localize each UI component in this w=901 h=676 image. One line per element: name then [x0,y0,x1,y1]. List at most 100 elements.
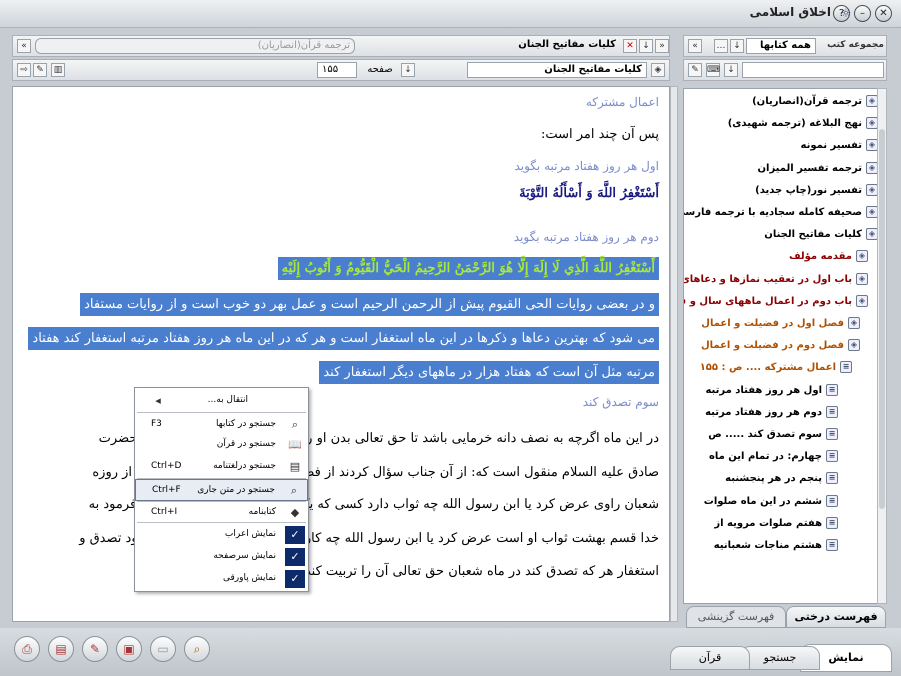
page-icon: ≡ [826,494,838,507]
book-field[interactable]: کلیات مفاتیح الجنان [467,62,647,78]
tree-item[interactable]: ≡ سوم تصدق کند ..... ص [708,428,838,440]
bookmark-icon: ◆ [290,506,300,519]
collection-select[interactable]: همه کتابها [746,38,816,54]
more-icon[interactable]: … [714,39,728,53]
menu-item-label: نمایش اعراب [224,529,276,539]
tools-icon[interactable]: ✎ [688,63,702,77]
tree-item[interactable]: ◈ترجمه تفسیر المیزان [758,161,878,174]
collection-dropdown-icon[interactable]: ↓ [730,39,744,53]
tree-item-label: سوم تصدق کند ..... ص [708,429,822,440]
tab-quran[interactable]: قرآن [670,646,750,670]
tree-item[interactable]: ◈کلیات مفاتیح الجنان [764,228,878,241]
tree-item[interactable]: ◈تفسیر نمونه [800,139,878,152]
tree-item-label: فصل دوم در فضیلت و اعمال [700,340,844,352]
settings-icon[interactable]: ✎ [33,63,47,77]
page-icon: ≡ [826,383,838,396]
tree-item[interactable]: ◈ فصل اول در فضیلت و اعمال [701,317,860,329]
page-icon: ≡ [826,450,838,463]
layout-icon[interactable]: ▥ [51,63,65,77]
page-number-input[interactable]: ۱۵۵ [317,62,357,78]
page-icon: ≡ [826,472,838,485]
book-icon[interactable]: ◈ [651,63,665,77]
book-content[interactable]: اعمال مشترکه پس آن چند امر است: اول هر روز… [12,86,670,622]
section-heading: دوم هر روز هفتاد مرتبه بگوید [513,230,659,244]
tree-item[interactable]: ≡ هفتم صلوات مرویه از [714,516,838,529]
collection-prev-icon[interactable]: « [688,39,702,53]
print-icon[interactable]: ⎙ [14,636,40,662]
tree-item[interactable]: ◈ باب اول در تعقیب نمازها و دعاهای [684,272,868,285]
menu-item[interactable]: ▤ جستجو درلغتنامه Ctrl+D [135,456,308,478]
tree-search-input[interactable] [742,62,884,78]
tree-item[interactable]: ≡ اعمال مشترکه .... ص : ۱۵۵ [699,361,852,374]
arabic-text: أَسْتَغْفِرُ اللَّهَ الَّذِي لَا إِلَهَ … [277,257,659,280]
menu-item-label: کتابنامه [248,507,276,517]
export-icon[interactable]: ▣ [116,636,142,662]
content-splitter[interactable] [670,86,678,622]
tree-item-label: کلیات مفاتیح الجنان [764,229,862,241]
menu-item[interactable]: ✓ نمایش پاورقی [135,568,308,590]
page-icon: ≡ [826,428,838,440]
tree-item[interactable]: ≡ پنجم در هر پنجشنبه [725,472,838,485]
scroll-left-icon[interactable]: « [17,39,31,53]
tree-item-label: مقدمه مؤلف [788,251,852,263]
tree-item[interactable]: ◈ترجمه قرآن(انصاریان) [752,95,878,107]
search-dropdown-icon[interactable]: ↓ [724,63,738,77]
tree-item[interactable]: ◈ مقدمه مؤلف [788,250,868,263]
tree-item[interactable]: ≡ هشتم مناجات شعبانیه [714,539,838,551]
tree-item[interactable]: ≡ دوم هر روز هفتاد مرتبه [705,405,838,418]
tab-down-icon[interactable]: ↓ [639,39,653,53]
tree-item[interactable]: ◈ فصل دوم در فضیلت و اعمال [700,339,860,352]
page-icon: ≡ [840,361,852,374]
menu-item[interactable]: ◆ کتابنامه Ctrl+I [135,502,308,524]
tab-active[interactable]: کلیات مفاتیح الجنان [358,39,620,55]
minimize-icon[interactable]: – [854,5,871,22]
tree-item-label: ششم در این ماه صلوات [703,495,822,507]
menu-item-shortcut: F3 [151,419,162,429]
zoom-icon[interactable]: ⌕ [184,636,210,662]
tab-tree-view[interactable]: فهرست درختی [786,606,886,628]
menu-item[interactable]: 📖 جستجو در قرآن [135,434,308,456]
tree-item-label: اعمال مشترکه .... ص : ۱۵۵ [699,362,836,374]
menu-item[interactable]: ◂ انتقال به... [135,390,308,412]
tree-item[interactable]: ≡ ششم در این ماه صلوات [703,494,838,507]
tree-item-label: تفسیر نور(چاپ جدید) [755,184,862,196]
tree-item[interactable]: ◈تفسیر نور(چاپ جدید) [755,183,878,196]
tab-flat-view[interactable]: فهرست گزینشی [686,606,786,628]
tab-search[interactable]: جستجو [740,646,820,670]
tab-inactive[interactable]: ترجمه قرآن(انصاریان) [35,38,355,54]
note-icon[interactable]: ✎ [82,636,108,662]
tree-scrollbar[interactable] [877,88,887,604]
close-icon[interactable]: ✕ [875,5,892,22]
keyboard-icon[interactable]: ⌨ [706,63,720,77]
books-icon[interactable]: ▤ [48,636,74,662]
tree-item-label: پنجم در هر پنجشنبه [725,473,822,485]
tree-item[interactable]: ◈ باب دوم در اعمال ماههای سال و فضیلت [684,294,868,307]
next-page-icon[interactable]: ⇨ [17,63,31,77]
page-dropdown-icon[interactable]: ↓ [401,63,415,77]
context-menu: ◂ انتقال به... ⌕ جستجو در کتابها F3 📖 جستجو در… [134,387,309,592]
disabled-icon[interactable]: ▭ [150,636,176,662]
page-label: صفحه [367,64,393,75]
collection-label: مجموعه کتب [827,40,884,50]
tree-item[interactable]: ◈نهج البلاغه (ترجمه شهیدی) [728,117,878,130]
menu-item[interactable]: ⌕ جستجو در متن جاری Ctrl+F [135,479,308,501]
tree-item-label: تفسیر نمونه [800,140,862,152]
menu-item[interactable]: ✓ نمایش سرصفحه [135,546,308,568]
tree-item[interactable]: ≡ اول هر روز هفتاد مرتبه [705,383,838,396]
check-icon: ✓ [285,526,305,544]
section-heading: اول هر روز هفتاد مرتبه بگوید [514,159,659,173]
menu-item-label: جستجو در قرآن [216,439,276,449]
arrow-icon: ◂ [155,394,161,407]
tree-item[interactable]: ◈صحیفه کامله سجادیه با ترجمه فارسی [684,206,878,218]
close-tab-icon[interactable]: ✕ [623,39,637,53]
book-tree: ◈ترجمه قرآن(انصاریان) ◈نهج البلاغه (ترجمه… [683,88,887,604]
page-icon: ≡ [826,405,838,418]
book-icon: ◈ [856,294,868,307]
menu-item[interactable]: ⌕ جستجو در کتابها F3 [135,414,308,436]
tree-scroll-thumb[interactable] [879,129,885,509]
search-icon: ⌕ [290,484,298,497]
title-bar: ✕ – ? ☼ اخلاق اسلامی [0,0,901,28]
tree-item[interactable]: ≡ چهارم: در تمام این ماه [709,450,838,463]
menu-item[interactable]: ✓ نمایش اعراب [135,524,308,546]
tab-scroll-right-icon[interactable]: » [655,39,669,53]
